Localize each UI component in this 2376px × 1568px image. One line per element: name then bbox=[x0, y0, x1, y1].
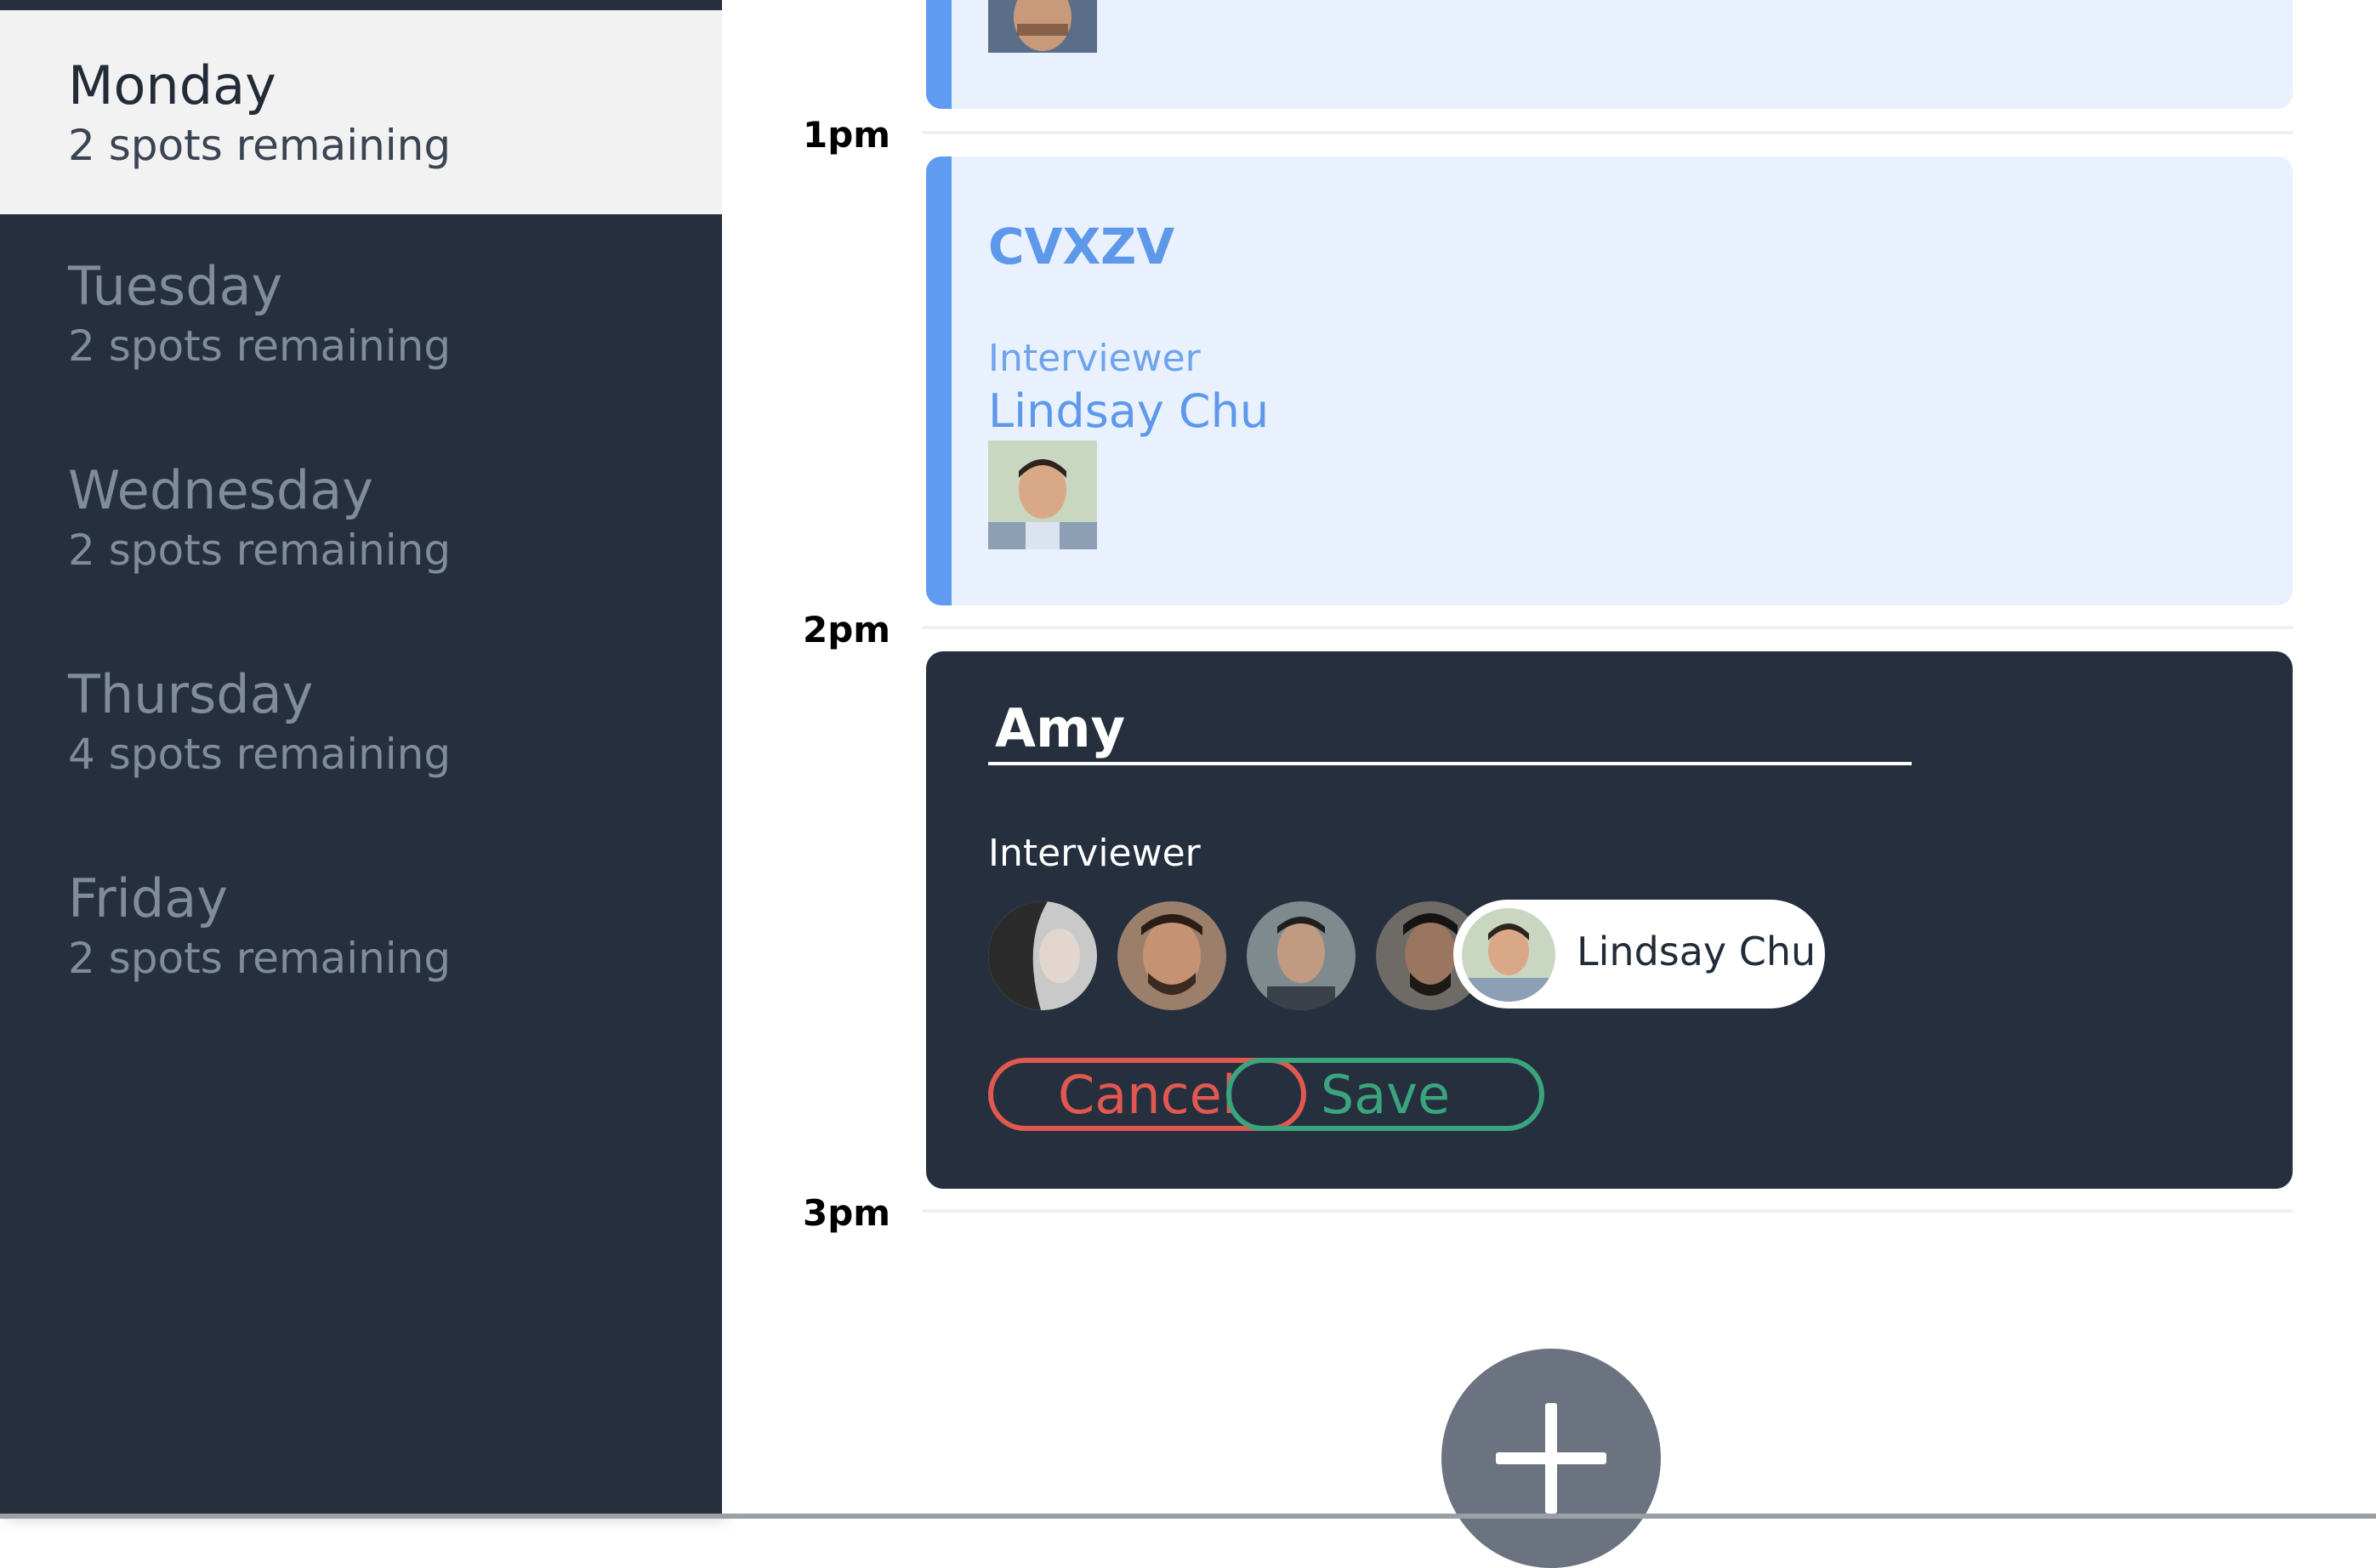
sidebar: Monday 2 spots remaining Tuesday 2 spots… bbox=[0, 0, 722, 1519]
selected-interviewer-name: Lindsay Chu bbox=[1577, 929, 1816, 974]
interviewer-photo bbox=[988, 440, 1097, 549]
sidebar-item-thursday[interactable]: Thursday 4 spots remaining bbox=[0, 638, 722, 842]
interviewer-name: Lindsay Chu bbox=[988, 384, 1270, 438]
time-label-3pm: 3pm bbox=[803, 1192, 891, 1234]
hour-divider bbox=[922, 131, 2293, 134]
candidate-name-input[interactable] bbox=[988, 702, 1912, 765]
hour-divider bbox=[922, 626, 2293, 629]
day-name: Wednesday bbox=[68, 459, 373, 521]
day-spots: 2 spots remaining bbox=[68, 526, 452, 575]
day-name: Monday bbox=[68, 54, 276, 116]
sidebar-item-tuesday[interactable]: Tuesday 2 spots remaining bbox=[0, 230, 722, 434]
sidebar-item-friday[interactable]: Friday 2 spots remaining bbox=[0, 842, 722, 1046]
interviewer-avatar-option[interactable] bbox=[988, 901, 1097, 1010]
add-event-button[interactable] bbox=[1441, 1349, 1661, 1568]
day-spots: 2 spots remaining bbox=[68, 321, 452, 371]
day-spots: 2 spots remaining bbox=[68, 121, 452, 170]
event-card[interactable]: CVXZV Interviewer Lindsay Chu bbox=[926, 156, 2293, 605]
sidebar-item-monday[interactable]: Monday 2 spots remaining bbox=[0, 10, 722, 214]
sidebar-item-wednesday[interactable]: Wednesday 2 spots remaining bbox=[0, 434, 722, 638]
interviewer-photo bbox=[988, 0, 1097, 53]
sidebar-top-bar bbox=[0, 0, 722, 10]
hour-divider bbox=[922, 1209, 2293, 1213]
day-name: Thursday bbox=[68, 663, 314, 725]
save-button[interactable]: Save bbox=[1226, 1058, 1544, 1131]
selected-interviewer-chip[interactable]: Lindsay Chu bbox=[1453, 900, 1825, 1008]
day-name: Friday bbox=[68, 867, 228, 929]
interviewer-avatar-option[interactable] bbox=[1247, 901, 1356, 1010]
day-name: Tuesday bbox=[68, 255, 283, 317]
interviewer-avatar-option[interactable] bbox=[1117, 901, 1226, 1010]
interviewer-label: Interviewer bbox=[988, 832, 1201, 875]
day-spots: 2 spots remaining bbox=[68, 934, 452, 983]
bottom-divider bbox=[0, 1514, 2376, 1519]
interviewer-avatar bbox=[1462, 908, 1555, 1002]
event-title: CVXZV bbox=[988, 218, 1175, 276]
interviewer-label: Interviewer bbox=[988, 337, 1201, 380]
day-spots: 4 spots remaining bbox=[68, 730, 452, 779]
event-accent-bar bbox=[926, 156, 952, 605]
time-label-1pm: 1pm bbox=[803, 114, 891, 156]
time-label-2pm: 2pm bbox=[803, 609, 891, 650]
edit-event-card: Interviewer bbox=[926, 651, 2293, 1189]
event-accent-bar bbox=[926, 0, 952, 109]
schedule-panel: 1pm CVXZV Interviewer Lindsay Chu 2pm In… bbox=[722, 0, 2376, 1568]
event-card-previous[interactable] bbox=[926, 0, 2293, 109]
